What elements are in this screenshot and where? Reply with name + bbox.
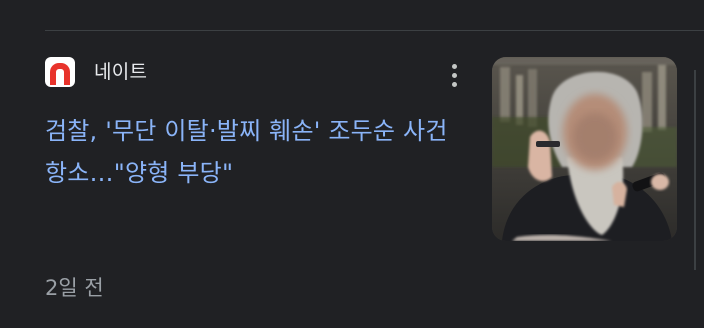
thumbnail-image [492, 57, 677, 241]
timestamp: 2일 전 [45, 276, 104, 300]
more-vert-icon[interactable] [443, 60, 465, 90]
news-card[interactable]: 네이트 검찰, '무단 이탈·발찌 훼손' 조두순 사건 항소…"양형 부당" … [0, 0, 704, 328]
publisher-name: 네이트 [94, 61, 148, 83]
publisher-row: 네이트 [45, 57, 147, 87]
article-thumbnail[interactable] [492, 57, 677, 241]
nate-logo-icon [45, 57, 75, 87]
headline-link[interactable]: 검찰, '무단 이탈·발찌 훼손' 조두순 사건 항소…"양형 부당" [45, 110, 465, 194]
